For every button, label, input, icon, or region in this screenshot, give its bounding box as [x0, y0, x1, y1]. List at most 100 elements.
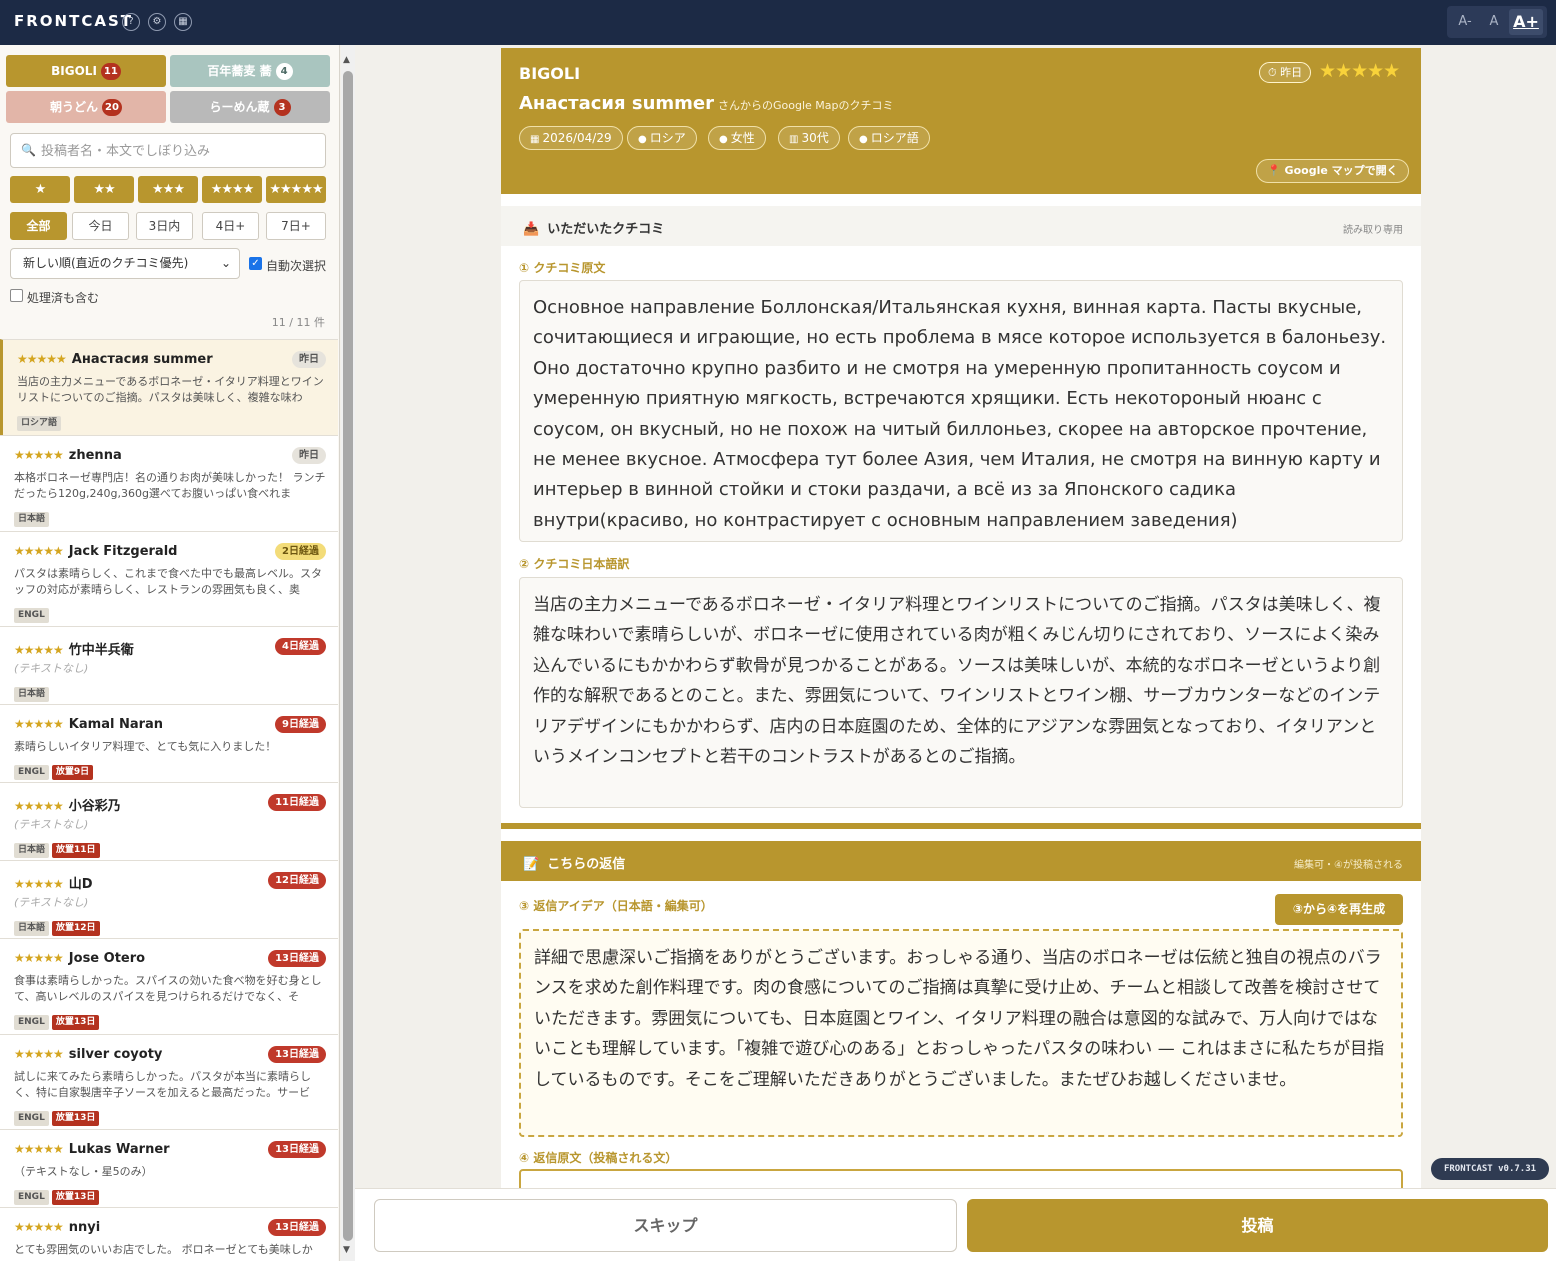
review-item-tags: ENGL 放置9日	[14, 759, 96, 780]
review-item-stars: ★★★★★	[14, 877, 64, 891]
store-tab-bigoli[interactable]: BIGOLI 11	[6, 55, 166, 87]
gmap-button-label: Google マップで開く	[1284, 164, 1398, 177]
store-tab-count: 3	[273, 99, 291, 116]
font-smaller-button[interactable]: A-	[1451, 9, 1479, 35]
review-item-tags: 日本語 放置12日	[14, 915, 103, 936]
review-list-item[interactable]: ★★★★★ Lukas Warner 13日経過 （テキストなし・星5のみ） ENGL 放…	[0, 1129, 338, 1207]
idea-label: ③ 返信アイデア（日本語・編集可）	[519, 899, 713, 913]
neglected-tag: 放置9日	[51, 765, 94, 780]
review-item-header: ★★★★★ Jose Otero	[14, 951, 145, 966]
review-list-item[interactable]: ★★★★★ Kamal Naran 9日経過 素晴らしいイタリア料理で、とても気に入り…	[0, 704, 338, 782]
chip-label: 2026/04/29	[542, 131, 612, 145]
review-list-item[interactable]: ★★★★★ nnyi 13日経過 とても雰囲気のいいお店でした。 ボロネーゼとても美味…	[0, 1207, 338, 1261]
chip-country: ● ロシア	[627, 126, 697, 150]
review-item-age-badge: 昨日	[292, 447, 326, 464]
language-tag: ENGL	[14, 608, 49, 623]
scroll-thumb[interactable]	[343, 71, 353, 1241]
main-panel: BIGOLI Анастасия summer さんからのGoogle Mapのク…	[355, 45, 1556, 1188]
review-item-age-badge: 昨日	[292, 351, 326, 368]
speech-icon: ●	[859, 134, 868, 145]
day-filter-all[interactable]: 全部	[10, 212, 67, 240]
review-list-item[interactable]: ★★★★★ Анастасия summer 昨日 当店の主力メニューであるボロネーゼ…	[0, 339, 338, 435]
store-tab-udon[interactable]: 朝うどん 20	[6, 91, 166, 123]
scroll-up-icon[interactable]: ▲	[343, 55, 350, 65]
star-filter-1[interactable]: ★	[10, 176, 70, 203]
store-tab-label: 百年蕎麦 蕎	[207, 64, 272, 78]
editable-note: 編集可・④が投稿される	[1294, 860, 1403, 871]
store-tab-label: BIGOLI	[51, 64, 97, 78]
review-item-snippet: （テキストなし・星5のみ）	[14, 1165, 153, 1178]
review-list-item[interactable]: ★★★★★ 小谷彩乃 11日経過 (テキストなし) 日本語 放置11日	[0, 782, 338, 860]
review-item-tags: 日本語	[14, 506, 52, 527]
star-filter-3[interactable]: ★★★	[138, 176, 198, 203]
open-google-maps-button[interactable]: 📍 Google マップで開く	[1256, 159, 1409, 183]
review-item-stars: ★★★★★	[17, 352, 67, 366]
review-list-item[interactable]: ★★★★★ silver coyoty 13日経過 試しに来てみたら素晴らしかった。パ…	[0, 1034, 338, 1129]
sort-selected-value: 新しい順(直近のクチコミ優先)	[23, 256, 189, 270]
star-filter-4[interactable]: ★★★★	[202, 176, 262, 203]
review-item-age-badge: 13日経過	[268, 1219, 326, 1236]
received-section-title: 📥 いただいたクチコミ	[523, 218, 664, 237]
review-item-author: 小谷彩乃	[68, 799, 121, 814]
day-filter-3days[interactable]: 3日内	[136, 212, 193, 240]
include-done-checkbox[interactable]	[10, 289, 23, 302]
review-item-tags: ENGL 放置13日	[14, 1105, 102, 1126]
star-filter-5[interactable]: ★★★★★	[266, 176, 326, 203]
review-item-age-badge: 2日経過	[275, 543, 326, 560]
review-item-tags: 日本語 放置11日	[14, 837, 103, 858]
reply-idea-textarea[interactable]: 詳細で思慮深いご指摘をありがとうございます。おっしゃる通り、当店のボロネーゼは伝…	[519, 929, 1403, 1137]
store-tab-count: 20	[102, 99, 122, 116]
font-larger-button[interactable]: A+	[1509, 9, 1543, 35]
review-item-header: ★★★★★ Kamal Naran	[14, 717, 163, 732]
auto-next-checkbox[interactable]: ✓	[249, 257, 262, 270]
scroll-down-icon[interactable]: ▼	[343, 1245, 350, 1255]
globe-icon: ●	[638, 134, 647, 145]
store-tab-count: 4	[275, 63, 293, 80]
review-list-item[interactable]: ★★★★★ Jose Otero 13日経過 食事は素晴らしかった。スパイスの効いた食…	[0, 938, 338, 1034]
review-item-snippet: 食事は素晴らしかった。スパイスの効いた食べ物を好む身として、高いレベルのスパイス…	[14, 974, 322, 1003]
font-normal-button[interactable]: A	[1481, 9, 1507, 35]
sort-select[interactable]: 新しい順(直近のクチコミ優先) ⌄	[10, 248, 240, 279]
translation-label: ② クチコミ日本語訳	[519, 557, 630, 571]
day-filter-7plus[interactable]: 7日+	[266, 212, 326, 240]
review-item-author: Анастасия summer	[71, 352, 213, 367]
review-item-stars: ★★★★★	[14, 643, 64, 657]
day-filter-4plus[interactable]: 4日+	[202, 212, 259, 240]
review-item-tags: ENGL	[14, 602, 52, 623]
chip-label: 30代	[801, 131, 829, 145]
review-list-item[interactable]: ★★★★★ 山D 12日経過 (テキストなし) 日本語 放置12日	[0, 860, 338, 938]
store-tab-ramen[interactable]: らーめん蔵 3	[170, 91, 330, 123]
help-icon[interactable]: ?	[122, 13, 140, 31]
review-list-item[interactable]: ★★★★★ zhenna 昨日 本格ボロネーゼ専門店！名の通りお肉が美味しかった！ ラ…	[0, 435, 338, 531]
settings-icon[interactable]: ⚙	[148, 13, 166, 31]
language-tag: 日本語	[14, 512, 50, 527]
skip-button[interactable]: スキップ	[374, 1199, 957, 1252]
regenerate-button[interactable]: ③から④を再生成	[1275, 894, 1403, 925]
neglected-tag: 放置13日	[51, 1111, 100, 1126]
memo-icon: 📝	[523, 857, 540, 872]
sidebar-scrollbar[interactable]: ▲ ▼	[341, 45, 355, 1261]
review-item-snippet: (テキストなし)	[14, 896, 89, 909]
reviewer-title: Анастасия summer さんからのGoogle Mapのクチコミ	[519, 93, 894, 114]
auto-next-label: 自動次選択	[266, 259, 327, 273]
review-list-item[interactable]: ★★★★★ Jack Fitzgerald 2日経過 パスタは素晴らしく、これまで食べ…	[0, 531, 338, 626]
post-button[interactable]: 投稿	[967, 1199, 1548, 1252]
star-filter-2[interactable]: ★★	[74, 176, 134, 203]
day-filter-today[interactable]: 今日	[72, 212, 129, 240]
review-item-author: Jose Otero	[68, 951, 146, 966]
search-input[interactable]	[41, 140, 321, 162]
store-tab-soba[interactable]: 百年蕎麦 蕎4	[170, 55, 330, 87]
review-item-stars: ★★★★★	[14, 448, 64, 462]
version-badge: FRONTCAST v0.7.31	[1431, 1158, 1549, 1180]
building-icon[interactable]: ▦	[174, 13, 192, 31]
review-item-header: ★★★★★ Анастасия summer	[17, 352, 213, 367]
neglected-tag: 放置13日	[51, 1015, 100, 1030]
review-list-item[interactable]: ★★★★★ 竹中半兵衛 4日経過 (テキストなし) 日本語	[0, 626, 338, 704]
review-item-snippet: (テキストなし)	[14, 662, 89, 675]
review-item-stars: ★★★★★	[14, 1142, 64, 1156]
review-item-snippet: (テキストなし)	[14, 818, 89, 831]
reply-title-text: こちらの返信	[547, 857, 626, 872]
final-reply-textarea[interactable]	[519, 1169, 1403, 1188]
review-item-stars: ★★★★★	[14, 1220, 64, 1234]
calendar-icon: ▦	[530, 134, 540, 145]
